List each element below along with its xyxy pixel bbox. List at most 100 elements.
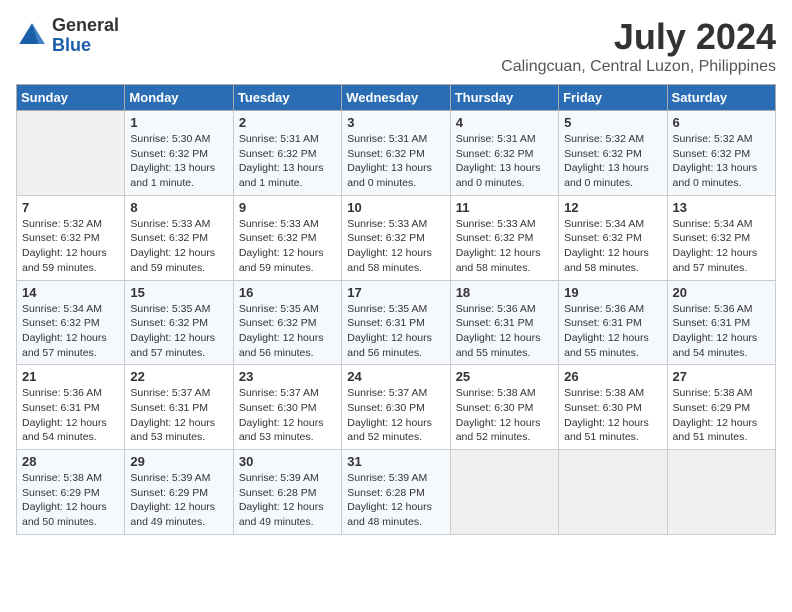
calendar-week-3: 14 Sunrise: 5:34 AM Sunset: 6:32 PM Dayli… (17, 280, 776, 365)
title-block: July 2024 Calingcuan, Central Luzon, Phi… (501, 16, 776, 76)
day-number: 7 (22, 200, 119, 215)
calendar-cell (17, 111, 125, 196)
logo-text: General Blue (52, 16, 119, 56)
calendar-cell: 21 Sunrise: 5:36 AM Sunset: 6:31 PM Dayli… (17, 365, 125, 450)
calendar-cell: 7 Sunrise: 5:32 AM Sunset: 6:32 PM Daylig… (17, 195, 125, 280)
calendar-cell: 11 Sunrise: 5:33 AM Sunset: 6:32 PM Dayli… (450, 195, 558, 280)
calendar-cell: 16Sunrise: 5:35 AM Sunset: 6:32 PM Dayli… (233, 280, 341, 365)
logo-blue: Blue (52, 36, 119, 56)
day-detail: Sunrise: 5:33 AM Sunset: 6:32 PM Dayligh… (239, 217, 336, 276)
calendar-cell: 6 Sunrise: 5:32 AM Sunset: 6:32 PM Daylig… (667, 111, 775, 196)
day-number: 21 (22, 369, 119, 384)
calendar-cell: 29 Sunrise: 5:39 AM Sunset: 6:29 PM Dayli… (125, 450, 233, 535)
day-number: 8 (130, 200, 227, 215)
calendar-cell: 8 Sunrise: 5:33 AM Sunset: 6:32 PM Daylig… (125, 195, 233, 280)
day-number: 24 (347, 369, 444, 384)
calendar-cell: 28Sunrise: 5:38 AM Sunset: 6:29 PM Dayli… (17, 450, 125, 535)
calendar-table: SundayMondayTuesdayWednesdayThursdayFrid… (16, 84, 776, 535)
month-year: July 2024 (501, 16, 776, 58)
day-detail: Sunrise: 5:32 AM Sunset: 6:32 PM Dayligh… (22, 217, 119, 276)
day-number: 31 (347, 454, 444, 469)
day-number: 18 (456, 285, 553, 300)
calendar-cell: 10Sunrise: 5:33 AM Sunset: 6:32 PM Dayli… (342, 195, 450, 280)
day-detail: Sunrise: 5:34 AM Sunset: 6:32 PM Dayligh… (22, 302, 119, 361)
day-number: 25 (456, 369, 553, 384)
day-detail: Sunrise: 5:32 AM Sunset: 6:32 PM Dayligh… (673, 132, 770, 191)
logo-icon (16, 20, 48, 52)
calendar-cell: 13 Sunrise: 5:34 AM Sunset: 6:32 PM Dayli… (667, 195, 775, 280)
calendar-cell: 22 Sunrise: 5:37 AM Sunset: 6:31 PM Dayli… (125, 365, 233, 450)
day-number: 10 (347, 200, 444, 215)
day-number: 4 (456, 115, 553, 130)
day-detail: Sunrise: 5:34 AM Sunset: 6:32 PM Dayligh… (673, 217, 770, 276)
day-detail: Sunrise: 5:36 AM Sunset: 6:31 PM Dayligh… (456, 302, 553, 361)
calendar-cell: 19 Sunrise: 5:36 AM Sunset: 6:31 PM Dayli… (559, 280, 667, 365)
day-detail: Sunrise: 5:39 AM Sunset: 6:28 PM Dayligh… (239, 471, 336, 530)
logo-general: General (52, 16, 119, 36)
day-number: 2 (239, 115, 336, 130)
page-header: General Blue July 2024 Calingcuan, Centr… (16, 16, 776, 76)
day-detail: Sunrise: 5:31 AM Sunset: 6:32 PM Dayligh… (347, 132, 444, 191)
header-sunday: Sunday (17, 85, 125, 111)
header-thursday: Thursday (450, 85, 558, 111)
day-detail: Sunrise: 5:33 AM Sunset: 6:32 PM Dayligh… (456, 217, 553, 276)
header-friday: Friday (559, 85, 667, 111)
day-detail: Sunrise: 5:39 AM Sunset: 6:29 PM Dayligh… (130, 471, 227, 530)
day-number: 23 (239, 369, 336, 384)
day-number: 19 (564, 285, 661, 300)
calendar-cell: 30 Sunrise: 5:39 AM Sunset: 6:28 PM Dayli… (233, 450, 341, 535)
calendar-cell: 31Sunrise: 5:39 AM Sunset: 6:28 PM Dayli… (342, 450, 450, 535)
day-number: 3 (347, 115, 444, 130)
day-detail: Sunrise: 5:35 AM Sunset: 6:31 PM Dayligh… (347, 302, 444, 361)
header-wednesday: Wednesday (342, 85, 450, 111)
day-number: 1 (130, 115, 227, 130)
calendar-cell: 17 Sunrise: 5:35 AM Sunset: 6:31 PM Dayli… (342, 280, 450, 365)
day-detail: Sunrise: 5:33 AM Sunset: 6:32 PM Dayligh… (130, 217, 227, 276)
day-number: 5 (564, 115, 661, 130)
logo: General Blue (16, 16, 119, 56)
calendar-cell: 26Sunrise: 5:38 AM Sunset: 6:30 PM Dayli… (559, 365, 667, 450)
calendar-cell: 9Sunrise: 5:33 AM Sunset: 6:32 PM Daylig… (233, 195, 341, 280)
calendar-cell: 1 Sunrise: 5:30 AM Sunset: 6:32 PM Daylig… (125, 111, 233, 196)
calendar-cell: 5Sunrise: 5:32 AM Sunset: 6:32 PM Daylig… (559, 111, 667, 196)
day-detail: Sunrise: 5:30 AM Sunset: 6:32 PM Dayligh… (130, 132, 227, 191)
day-detail: Sunrise: 5:38 AM Sunset: 6:30 PM Dayligh… (564, 386, 661, 445)
day-detail: Sunrise: 5:37 AM Sunset: 6:31 PM Dayligh… (130, 386, 227, 445)
header-tuesday: Tuesday (233, 85, 341, 111)
day-detail: Sunrise: 5:36 AM Sunset: 6:31 PM Dayligh… (22, 386, 119, 445)
day-number: 14 (22, 285, 119, 300)
calendar-header-row: SundayMondayTuesdayWednesdayThursdayFrid… (17, 85, 776, 111)
day-number: 13 (673, 200, 770, 215)
calendar-week-1: 1 Sunrise: 5:30 AM Sunset: 6:32 PM Daylig… (17, 111, 776, 196)
header-monday: Monday (125, 85, 233, 111)
day-number: 12 (564, 200, 661, 215)
day-detail: Sunrise: 5:35 AM Sunset: 6:32 PM Dayligh… (130, 302, 227, 361)
calendar-week-2: 7 Sunrise: 5:32 AM Sunset: 6:32 PM Daylig… (17, 195, 776, 280)
day-number: 11 (456, 200, 553, 215)
day-detail: Sunrise: 5:37 AM Sunset: 6:30 PM Dayligh… (347, 386, 444, 445)
day-number: 22 (130, 369, 227, 384)
day-number: 30 (239, 454, 336, 469)
calendar-week-5: 28Sunrise: 5:38 AM Sunset: 6:29 PM Dayli… (17, 450, 776, 535)
day-detail: Sunrise: 5:38 AM Sunset: 6:29 PM Dayligh… (673, 386, 770, 445)
day-detail: Sunrise: 5:38 AM Sunset: 6:30 PM Dayligh… (456, 386, 553, 445)
day-detail: Sunrise: 5:36 AM Sunset: 6:31 PM Dayligh… (564, 302, 661, 361)
day-number: 15 (130, 285, 227, 300)
header-saturday: Saturday (667, 85, 775, 111)
calendar-cell: 27Sunrise: 5:38 AM Sunset: 6:29 PM Dayli… (667, 365, 775, 450)
calendar-week-4: 21 Sunrise: 5:36 AM Sunset: 6:31 PM Dayli… (17, 365, 776, 450)
day-number: 29 (130, 454, 227, 469)
day-detail: Sunrise: 5:31 AM Sunset: 6:32 PM Dayligh… (239, 132, 336, 191)
calendar-cell: 4Sunrise: 5:31 AM Sunset: 6:32 PM Daylig… (450, 111, 558, 196)
day-number: 28 (22, 454, 119, 469)
calendar-cell (667, 450, 775, 535)
day-detail: Sunrise: 5:34 AM Sunset: 6:32 PM Dayligh… (564, 217, 661, 276)
calendar-cell: 15 Sunrise: 5:35 AM Sunset: 6:32 PM Dayli… (125, 280, 233, 365)
calendar-cell: 20Sunrise: 5:36 AM Sunset: 6:31 PM Dayli… (667, 280, 775, 365)
calendar-cell: 12 Sunrise: 5:34 AM Sunset: 6:32 PM Dayli… (559, 195, 667, 280)
calendar-cell: 2 Sunrise: 5:31 AM Sunset: 6:32 PM Daylig… (233, 111, 341, 196)
day-detail: Sunrise: 5:37 AM Sunset: 6:30 PM Dayligh… (239, 386, 336, 445)
day-number: 6 (673, 115, 770, 130)
day-number: 17 (347, 285, 444, 300)
calendar-cell: 25 Sunrise: 5:38 AM Sunset: 6:30 PM Dayli… (450, 365, 558, 450)
